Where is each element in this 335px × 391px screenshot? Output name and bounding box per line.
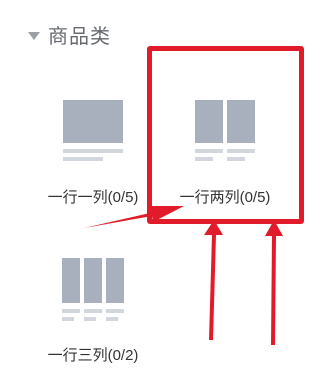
arrow-up-icon xyxy=(265,220,283,345)
arrow-up-icon xyxy=(204,220,223,340)
arrow-right-icon xyxy=(84,206,184,228)
annotation-arrows xyxy=(84,206,283,345)
